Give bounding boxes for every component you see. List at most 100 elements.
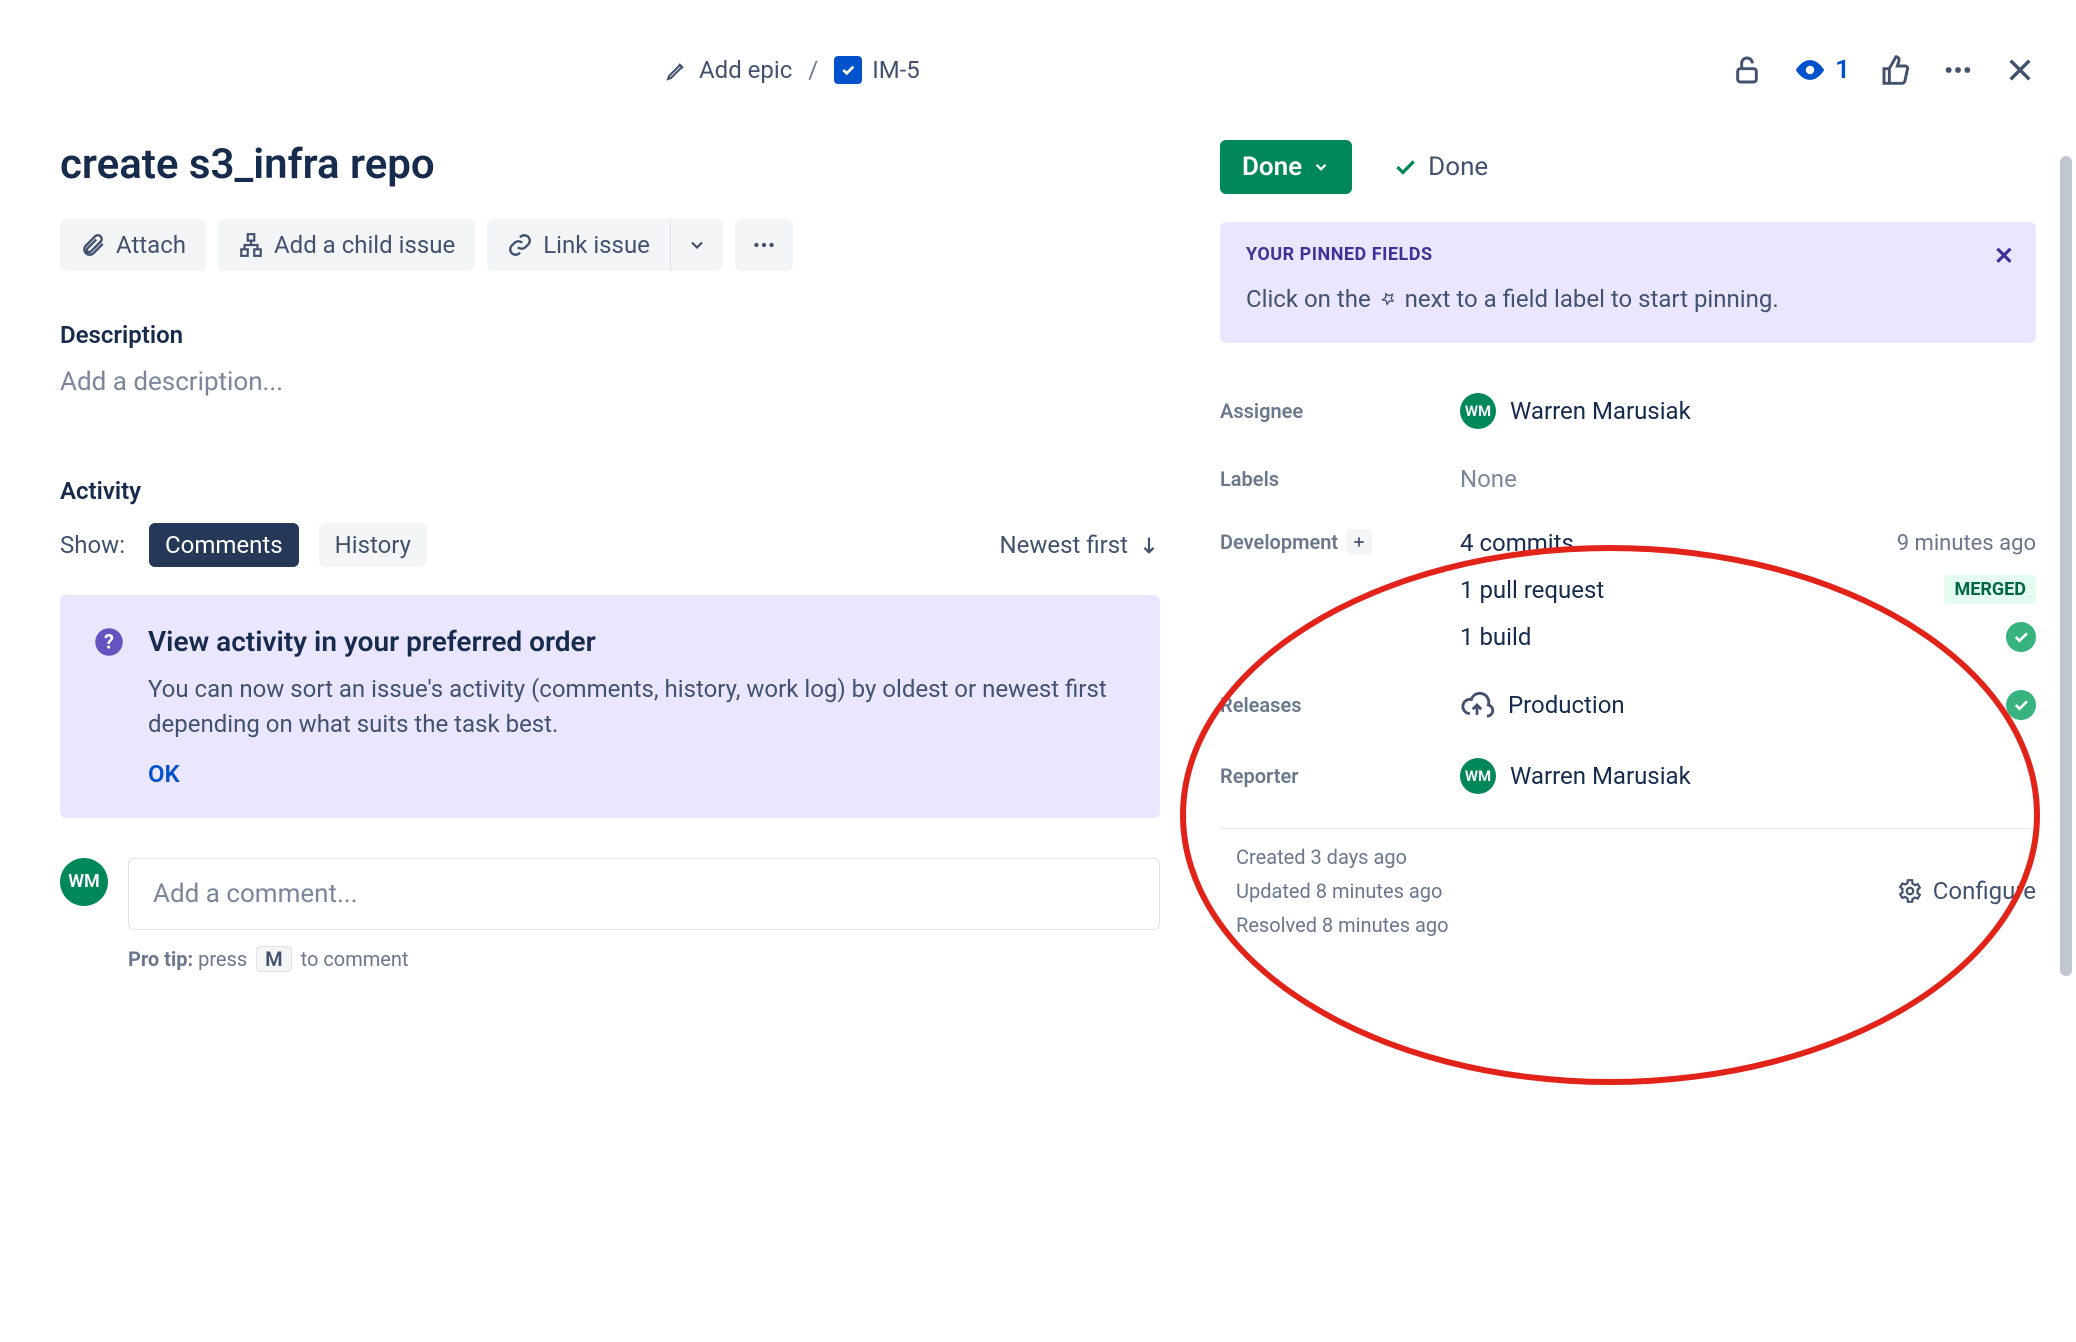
sort-label: Newest first	[1000, 531, 1128, 559]
description-label: Description	[60, 321, 1160, 349]
pro-tip-key: M	[256, 946, 292, 972]
reporter-label: Reporter	[1220, 764, 1460, 788]
pinned-fields-body: Click on the next to a field label to st…	[1246, 285, 2010, 313]
banner-body: You can now sort an issue's activity (co…	[148, 672, 1126, 742]
reporter-avatar: WM	[1460, 758, 1496, 794]
status-row: Done Done	[1220, 140, 2036, 194]
configure-button[interactable]: Configure	[1897, 845, 2036, 937]
question-circle-icon: ?	[94, 627, 124, 657]
scrollbar[interactable]	[2060, 156, 2072, 976]
tab-comments[interactable]: Comments	[149, 523, 299, 567]
more-actions-button[interactable]	[1942, 54, 1974, 86]
build-success-icon	[2006, 622, 2036, 652]
sort-down-icon	[1138, 534, 1160, 556]
thumbs-up-icon	[1880, 54, 1912, 86]
activity-controls: Show: Comments History Newest first	[60, 523, 1160, 567]
plus-icon	[1351, 534, 1367, 550]
pinned-fields-box: YOUR PINNED FIELDS Click on the next to …	[1220, 222, 2036, 343]
right-column: Done Done YOUR PINNED FIELDS Click on th…	[1220, 140, 2036, 972]
created-date: Created 3 days ago	[1236, 845, 1449, 869]
status-button-label: Done	[1242, 152, 1302, 182]
link-issue-button[interactable]: Link issue	[487, 219, 671, 271]
sort-toggle[interactable]: Newest first	[1000, 531, 1160, 559]
more-content-actions[interactable]	[735, 219, 793, 271]
pin-icon	[1377, 288, 1399, 310]
field-separator	[1220, 828, 2036, 829]
close-button[interactable]	[2004, 54, 2036, 86]
reporter-name: Warren Marusiak	[1510, 762, 1691, 790]
security-button[interactable]	[1731, 54, 1763, 86]
vote-button[interactable]	[1880, 54, 1912, 86]
breadcrumb: Add epic / IM-5	[665, 56, 920, 84]
release-success-icon	[2006, 690, 2036, 720]
assignee-name: Warren Marusiak	[1510, 397, 1691, 425]
link-issue-label: Link issue	[543, 231, 650, 259]
dev-build-row[interactable]: 1 build	[1460, 622, 2036, 652]
dev-commits-time: 9 minutes ago	[1897, 531, 2036, 556]
left-column: create s3_infra repo Attach Add a child …	[60, 140, 1160, 972]
issue-content: create s3_infra repo Attach Add a child …	[60, 140, 2036, 972]
dev-commits-row[interactable]: 4 commits 9 minutes ago	[1460, 529, 2036, 557]
link-issue-dropdown[interactable]	[671, 219, 723, 271]
development-label-text: Development	[1220, 530, 1338, 554]
status-dropdown[interactable]: Done	[1220, 140, 1352, 194]
issue-key-text: IM-5	[872, 56, 920, 84]
eye-icon	[1793, 53, 1827, 87]
activity-label: Activity	[60, 477, 1160, 505]
configure-label: Configure	[1933, 877, 2036, 905]
field-reporter[interactable]: Reporter WM Warren Marusiak	[1220, 740, 2036, 812]
chevron-down-icon	[1312, 158, 1330, 176]
svg-text:?: ?	[104, 629, 114, 653]
dots-horizontal-icon	[751, 232, 777, 258]
labels-label: Labels	[1220, 467, 1460, 491]
pro-tip-suffix: to comment	[301, 947, 409, 971]
add-epic-label: Add epic	[699, 56, 792, 84]
dev-commits-text: 4 commits	[1460, 529, 1574, 557]
gear-icon	[1897, 878, 1923, 904]
banner-title: View activity in your preferred order	[148, 625, 596, 658]
dev-pr-row[interactable]: 1 pull request MERGED	[1460, 575, 2036, 604]
field-labels[interactable]: Labels None	[1220, 447, 2036, 511]
pro-tip: Pro tip: press M to comment	[128, 946, 1160, 972]
attachment-icon	[80, 232, 106, 258]
issue-title[interactable]: create s3_infra repo	[60, 140, 1160, 189]
releases-label: Releases	[1220, 693, 1460, 717]
dots-horizontal-icon	[1942, 54, 1974, 86]
breadcrumb-separator: /	[808, 56, 818, 84]
resolution-text: Done	[1428, 152, 1488, 182]
close-icon	[2004, 54, 2036, 86]
activity-order-banner: ? View activity in your preferred order …	[60, 595, 1160, 818]
watch-button[interactable]: 1	[1793, 53, 1850, 87]
field-releases[interactable]: Releases Production	[1220, 670, 2036, 740]
updated-date: Updated 8 minutes ago	[1236, 879, 1449, 903]
cloud-upload-icon	[1460, 688, 1494, 722]
header-actions: 1	[1731, 53, 2036, 87]
issue-meta: Created 3 days ago Updated 8 minutes ago…	[1220, 845, 2036, 937]
development-label: Development	[1220, 529, 1460, 555]
field-assignee[interactable]: Assignee WM Warren Marusiak	[1220, 375, 2036, 447]
issue-header: Add epic / IM-5 1	[60, 40, 2036, 100]
pro-tip-prefix: Pro tip:	[128, 947, 193, 971]
add-child-issue-label: Add a child issue	[274, 231, 455, 259]
dev-build-text: 1 build	[1460, 623, 1531, 651]
issue-key-link[interactable]: IM-5	[834, 56, 920, 84]
assignee-label: Assignee	[1220, 399, 1460, 423]
banner-ok-button[interactable]: OK	[148, 760, 1126, 788]
user-avatar: WM	[60, 858, 108, 906]
tab-history[interactable]: History	[319, 523, 427, 567]
comment-input[interactable]: Add a comment...	[128, 858, 1160, 930]
add-child-issue-button[interactable]: Add a child issue	[218, 219, 475, 271]
pinned-body-pre: Click on the	[1246, 285, 1371, 313]
chevron-down-icon	[687, 235, 707, 255]
pinned-close-button[interactable]: ✕	[1994, 242, 2014, 270]
pencil-icon	[665, 58, 689, 82]
assignee-avatar: WM	[1460, 393, 1496, 429]
description-field[interactable]: Add a description...	[60, 367, 1160, 397]
resolution-indicator: Done	[1392, 152, 1488, 182]
link-icon	[507, 232, 533, 258]
comment-composer: WM Add a comment...	[60, 858, 1160, 930]
unlock-icon	[1731, 54, 1763, 86]
attach-button[interactable]: Attach	[60, 219, 206, 271]
add-epic-link[interactable]: Add epic	[665, 56, 792, 84]
development-add-button[interactable]	[1346, 529, 1372, 555]
